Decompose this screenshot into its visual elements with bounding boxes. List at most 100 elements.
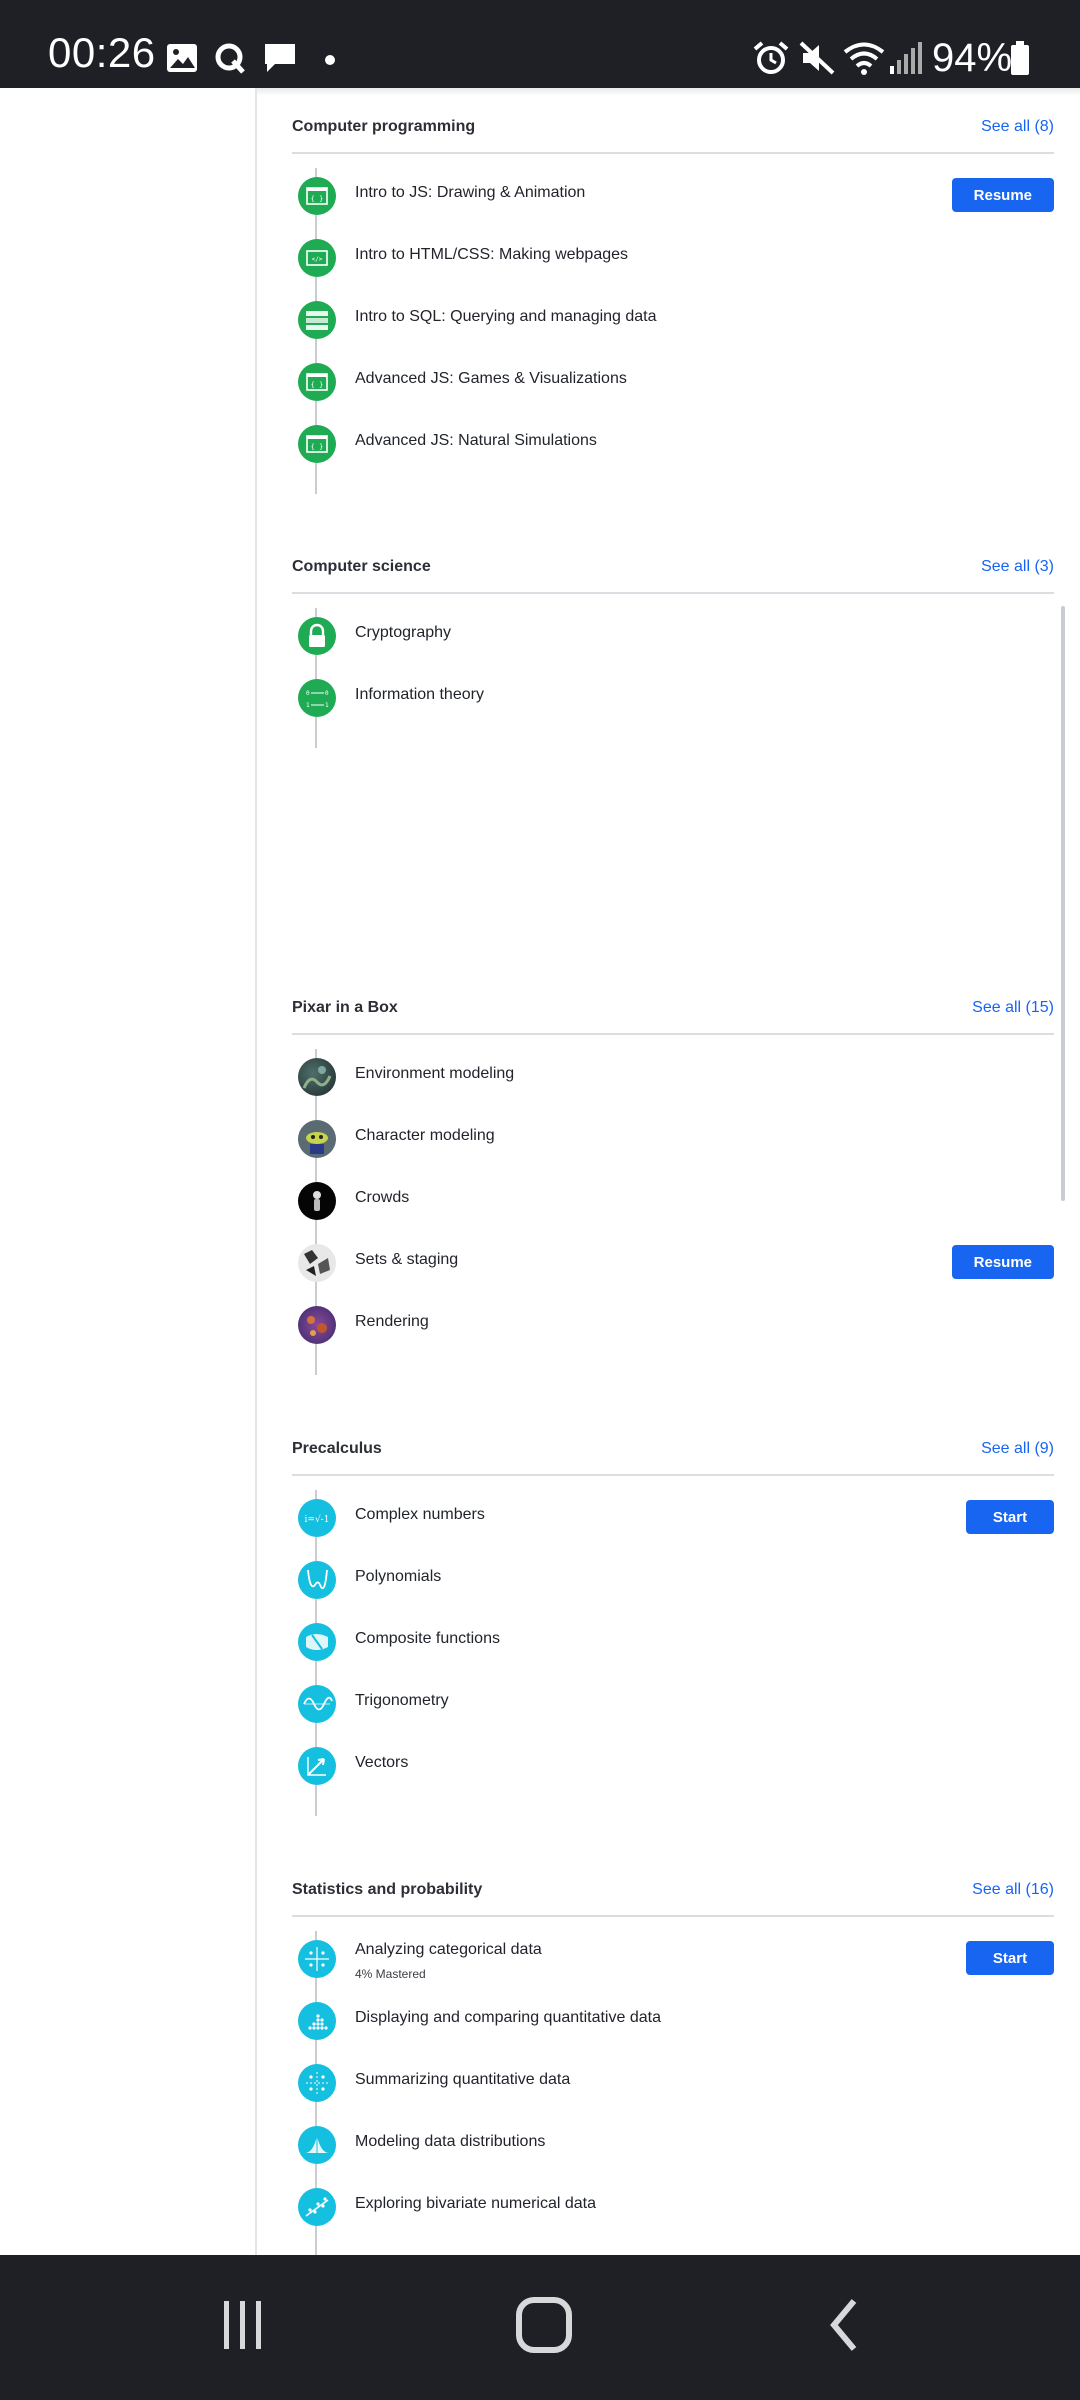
list-item[interactable]: { } Advanced JS: Games & Visualizations [292,354,1054,416]
list-item[interactable]: Cryptography [292,608,1054,670]
svg-text:i=√-1: i=√-1 [305,1514,330,1525]
svg-text:{ }: { } [311,195,324,203]
section-title: Computer programming [292,118,476,135]
list-item[interactable]: Modeling data distributions [292,2117,1054,2179]
section-statistics-and-probability: Statistics and probability See all (16) … [292,1851,1054,2271]
list-item[interactable]: Polynomials [292,1552,1054,1614]
unit-list: i=√-1 Complex numbers Start Polynomials … [292,1490,1054,1816]
see-all-link[interactable]: See all (15) [972,999,1054,1017]
database-table-icon [298,301,336,339]
scrollbar[interactable] [1061,606,1065,1201]
unit-list: Analyzing categorical data 4% Mastered S… [292,1931,1054,2271]
home-button[interactable] [484,2275,604,2375]
item-label: Intro to HTML/CSS: Making webpages [355,246,629,263]
alarm-icon [753,41,789,74]
svg-text:{ }: { } [311,443,324,451]
back-icon [830,2299,857,2351]
see-all-link[interactable]: See all (8) [981,118,1054,136]
start-button[interactable]: Start [966,1941,1054,1975]
svg-text:</>: </> [312,256,323,263]
signal-icon [890,42,922,74]
back-button[interactable] [786,2275,906,2375]
recent-apps-button[interactable] [182,2275,302,2375]
list-item[interactable]: Vectors [292,1738,1054,1800]
list-item[interactable]: Trigonometry [292,1676,1054,1738]
section-title: Pixar in a Box [292,999,398,1016]
vector-arrow-icon [298,1747,336,1785]
list-item[interactable]: Exploring bivariate numerical data [292,2179,1054,2241]
scatter-trend-icon [298,2188,336,2226]
svg-text:1: 1 [306,702,310,709]
imaginary-unit-icon: i=√-1 [298,1499,336,1537]
unit-list: Environment modeling Character modeling … [292,1049,1054,1375]
item-label: Analyzing categorical data [355,1941,542,1958]
character-thumbnail [298,1120,336,1158]
see-all-link[interactable]: See all (9) [981,1440,1054,1458]
list-item[interactable]: Crowds [292,1173,1054,1235]
recent-apps-icon [224,2301,261,2349]
list-item[interactable]: </> Intro to HTML/CSS: Making webpages [292,230,1054,292]
list-item[interactable]: Character modeling [292,1111,1054,1173]
resume-button[interactable]: Resume [951,178,1054,212]
list-item[interactable]: i=√-1 Complex numbers Start [292,1490,1054,1552]
svg-text:0: 0 [325,690,329,697]
mute-icon [799,41,835,75]
item-label: Trigonometry [355,1692,449,1709]
list-item[interactable]: Summarizing quantitative data [292,2055,1054,2117]
item-label: Intro to SQL: Querying and managing data [355,308,657,325]
item-label: Exploring bivariate numerical data [355,2195,597,2212]
svg-text:{ }: { } [311,381,324,389]
list-item[interactable]: 0 0 1 1 Information theory [292,670,1054,732]
item-label: Vectors [355,1754,409,1771]
item-label: Displaying and comparing quantitative da… [355,2009,661,2026]
lock-icon [298,617,336,655]
start-button[interactable]: Start [966,1500,1054,1534]
environment-thumbnail [298,1058,336,1096]
list-item[interactable]: Analyzing categorical data 4% Mastered S… [292,1931,1054,1993]
binary-channel-icon: 0 0 1 1 [298,679,336,717]
see-all-link[interactable]: See all (3) [981,558,1054,576]
item-label: Sets & staging [355,1251,459,1268]
svg-text:0: 0 [306,690,310,697]
list-item[interactable]: { } Intro to JS: Drawing & Animation Res… [292,168,1054,230]
item-label: Information theory [355,686,484,703]
code-window-icon: { } [298,177,336,215]
section-title: Precalculus [292,1440,382,1457]
section-precalculus: Precalculus See all (9) i=√-1 Complex nu… [292,1410,1054,1816]
list-item[interactable]: Environment modeling [292,1049,1054,1111]
section-header: Computer science See all (3) [292,528,1054,594]
item-label: Cryptography [355,624,452,641]
code-window-icon: { } [298,363,336,401]
gallery-icon [167,44,197,72]
item-label: Modeling data distributions [355,2133,546,2150]
sets-thumbnail [298,1244,336,1282]
section-title: Statistics and probability [292,1881,483,1898]
list-item[interactable]: Displaying and comparing quantitative da… [292,1993,1054,2055]
navigation-bar [0,2255,1080,2400]
home-icon [516,2297,572,2353]
item-label: Crowds [355,1189,410,1206]
section-header: Precalculus See all (9) [292,1410,1054,1476]
status-time: 00:26 [48,29,156,76]
sine-wave-icon [298,1685,336,1723]
item-label: Rendering [355,1313,429,1330]
list-item[interactable]: Rendering [292,1297,1054,1359]
section-header: Pixar in a Box See all (15) [292,969,1054,1035]
categorical-grid-icon [298,1940,336,1978]
composite-function-icon [298,1623,336,1661]
unit-list: { } Intro to JS: Drawing & Animation Res… [292,168,1054,494]
item-label: Environment modeling [355,1065,515,1082]
section-header: Statistics and probability See all (16) [292,1851,1054,1917]
code-window-icon: { } [298,425,336,463]
section-pixar-in-a-box: Pixar in a Box See all (15) Environment … [292,969,1054,1375]
item-label: Polynomials [355,1568,442,1585]
status-bar: 00:26 94% [0,0,1080,88]
see-all-link[interactable]: See all (16) [972,1881,1054,1899]
list-item[interactable]: { } Advanced JS: Natural Simulations [292,416,1054,478]
list-item[interactable]: Sets & staging Resume [292,1235,1054,1297]
html-tag-icon: </> [298,239,336,277]
resume-button[interactable]: Resume [951,1245,1054,1279]
summary-stats-icon [298,2064,336,2102]
list-item[interactable]: Intro to SQL: Querying and managing data [292,292,1054,354]
list-item[interactable]: Composite functions [292,1614,1054,1676]
